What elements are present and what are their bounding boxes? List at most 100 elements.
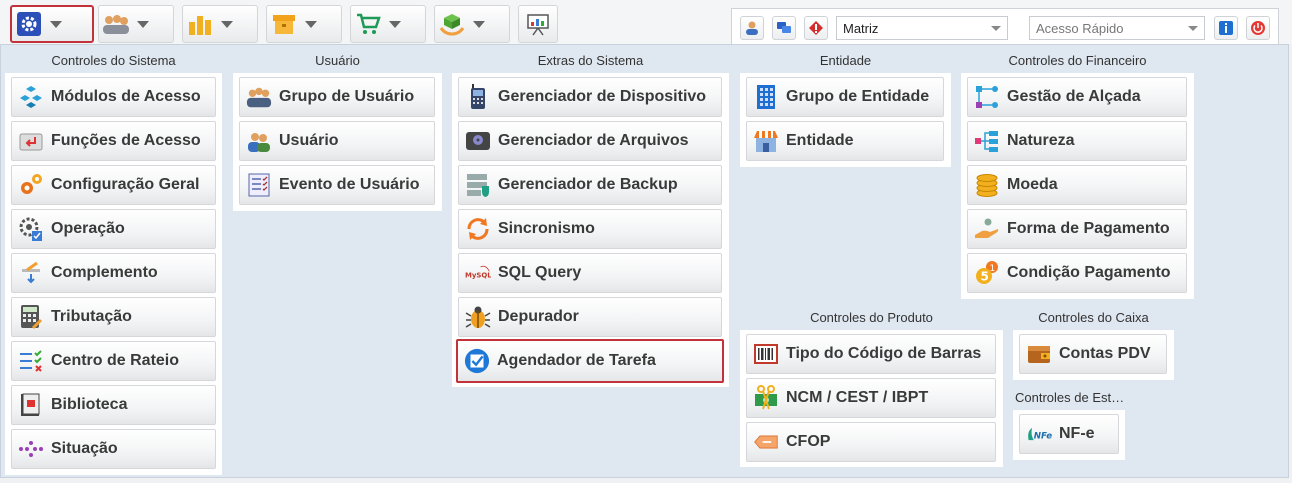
menu-item-funcoes-acesso[interactable]: Funções de Acesso xyxy=(11,121,216,161)
user-profile-button[interactable] xyxy=(740,16,764,40)
section-title-caixa: Controles do Caixa xyxy=(1038,310,1149,325)
list-check-icon xyxy=(246,172,272,198)
menu-item-complemento[interactable]: Complemento xyxy=(11,253,216,293)
chevron-down-icon xyxy=(50,20,62,28)
menu-item-label: Módulos de Acesso xyxy=(51,88,201,105)
tag-icon xyxy=(753,429,779,455)
section-title-sistema: Controles do Sistema xyxy=(51,53,176,68)
menu-item-label: Situação xyxy=(51,440,118,457)
menu-item-label: Operação xyxy=(51,220,125,237)
column-usuario: Grupo de Usuário Usuário Evento de Usuár… xyxy=(233,73,442,211)
menu-item-label: Funções de Acesso xyxy=(51,132,201,149)
section-title-financeiro: Controles do Financeiro xyxy=(1008,53,1147,68)
menu-item-label: Sincronismo xyxy=(498,220,595,237)
section-title-entidade: Entidade xyxy=(819,53,872,68)
menu-item-condicao-pagamento[interactable]: 15 Condição Pagamento xyxy=(967,253,1187,293)
column-caixa: Contas PDV xyxy=(1013,330,1174,380)
menu-item-label: Gerenciador de Backup xyxy=(498,176,678,193)
coins-icon xyxy=(974,172,1000,198)
menu-item-agendador-tarefa[interactable]: Agendador de Tarefa xyxy=(456,339,724,383)
coin-five-icon: 15 xyxy=(974,260,1000,286)
menu-item-entidade[interactable]: Entidade xyxy=(746,121,944,161)
menu-item-natureza[interactable]: Natureza xyxy=(967,121,1187,161)
menu-item-label: Entidade xyxy=(786,132,854,149)
menu-item-usuario[interactable]: Usuário xyxy=(239,121,435,161)
chat-button[interactable] xyxy=(772,16,796,40)
pencil-down-icon xyxy=(18,260,44,286)
menu-item-gestao-alcada[interactable]: Gestão de Alçada xyxy=(967,77,1187,117)
menu-item-gerenciador-dispositivo[interactable]: Gerenciador de Dispositivo xyxy=(458,77,722,117)
cubes-icon xyxy=(18,84,44,110)
box-icon xyxy=(267,10,301,38)
menu-item-sql-query[interactable]: MySQL SQL Query xyxy=(458,253,722,293)
mysql-icon: MySQL xyxy=(465,260,491,286)
matriz-select[interactable]: Matriz xyxy=(836,16,1008,40)
menu-item-grupo-entidade[interactable]: Grupo de Entidade xyxy=(746,77,944,117)
store-icon xyxy=(753,128,779,154)
menu-item-gerenciador-arquivos[interactable]: Gerenciador de Arquivos xyxy=(458,121,722,161)
menu-item-sincronismo[interactable]: Sincronismo xyxy=(458,209,722,249)
menu-item-depurador[interactable]: Depurador xyxy=(458,297,722,337)
cart-icon xyxy=(351,10,385,38)
mega-menu-panel: Controles do Sistema Módulos de Acesso F… xyxy=(0,44,1289,478)
menu-item-label: Configuração Geral xyxy=(51,176,200,193)
menu-item-operacao[interactable]: Operação xyxy=(11,209,216,249)
menu-item-contas-pdv[interactable]: Contas PDV xyxy=(1019,334,1167,374)
power-icon xyxy=(1251,21,1265,35)
menu-item-tipo-codigo-barras[interactable]: Tipo do Código de Barras xyxy=(746,334,996,374)
menu-produtos-button[interactable] xyxy=(434,5,510,43)
menu-usuarios-button[interactable] xyxy=(98,5,174,43)
info-icon xyxy=(1219,21,1233,35)
menu-item-gerenciador-backup[interactable]: Gerenciador de Backup xyxy=(458,165,722,205)
nfe-logo-icon: NFe xyxy=(1026,421,1052,447)
gear-icon xyxy=(12,10,46,38)
menu-relatorios-button[interactable] xyxy=(518,5,558,43)
users-icon xyxy=(99,10,133,38)
presentation-icon xyxy=(521,10,555,38)
chevron-down-icon xyxy=(221,20,233,28)
server-shield-icon xyxy=(465,172,491,198)
menu-item-label: NF-e xyxy=(1059,425,1095,442)
section-title-produto: Controles do Produto xyxy=(810,310,933,325)
menu-item-label: CFOP xyxy=(786,433,831,450)
menu-item-biblioteca[interactable]: Biblioteca xyxy=(11,385,216,425)
menu-item-cfop[interactable]: CFOP xyxy=(746,422,996,462)
hand-cube-icon xyxy=(435,10,469,38)
menu-item-nfe[interactable]: NFe NF-e xyxy=(1019,414,1119,454)
menu-item-grupo-usuario[interactable]: Grupo de Usuário xyxy=(239,77,435,117)
menu-item-modulos-acesso[interactable]: Módulos de Acesso xyxy=(11,77,216,117)
acesso-rapido-select[interactable]: Acesso Rápido xyxy=(1029,16,1205,40)
menu-item-label: Moeda xyxy=(1007,176,1058,193)
menu-item-label: Complemento xyxy=(51,264,158,281)
gears-icon xyxy=(18,172,44,198)
menu-item-label: Grupo de Entidade xyxy=(786,88,930,105)
menu-financeiro-button[interactable] xyxy=(182,5,258,43)
checklist-icon xyxy=(18,348,44,374)
logout-button[interactable] xyxy=(1246,16,1270,40)
menu-item-centro-rateio[interactable]: Centro de Rateio xyxy=(11,341,216,381)
menu-item-forma-pagamento[interactable]: Forma de Pagamento xyxy=(967,209,1187,249)
svg-text:MySQL: MySQL xyxy=(465,271,491,279)
info-button[interactable] xyxy=(1214,16,1238,40)
menu-estoque-button[interactable] xyxy=(266,5,342,43)
menu-item-configuracao-geral[interactable]: Configuração Geral xyxy=(11,165,216,205)
menu-item-situacao[interactable]: Situação xyxy=(11,429,216,469)
menu-item-tributacao[interactable]: Tributação xyxy=(11,297,216,337)
menu-item-evento-usuario[interactable]: Evento de Usuário xyxy=(239,165,435,205)
menu-item-label: Gerenciador de Dispositivo xyxy=(498,88,707,105)
menu-vendas-button[interactable] xyxy=(350,5,426,43)
chevron-down-icon xyxy=(1188,26,1198,31)
menu-sistema-button[interactable] xyxy=(10,5,94,43)
menu-item-label: Gerenciador de Arquivos xyxy=(498,132,689,149)
menu-item-label: Natureza xyxy=(1007,132,1075,149)
svg-text:5: 5 xyxy=(981,270,989,284)
menu-item-ncm-cest-ibpt[interactable]: NCM / CEST / IBPT xyxy=(746,378,996,418)
menu-item-label: Depurador xyxy=(498,308,579,325)
matriz-select-value: Matriz xyxy=(843,21,879,36)
dots-network-icon xyxy=(18,436,44,462)
acesso-rapido-placeholder: Acesso Rápido xyxy=(1036,21,1124,36)
alert-button[interactable] xyxy=(804,16,828,40)
hand-coin-icon xyxy=(974,216,1000,242)
menu-item-moeda[interactable]: Moeda xyxy=(967,165,1187,205)
menu-item-label: Contas PDV xyxy=(1059,345,1151,362)
